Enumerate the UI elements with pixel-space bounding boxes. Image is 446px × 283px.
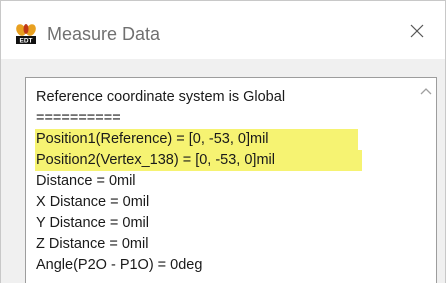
window-title: Measure Data (47, 24, 161, 44)
result-line-highlighted: Position2(Vertex_138) = [0, -53, 0]mil (35, 150, 362, 171)
svg-text:EDT: EDT (20, 38, 33, 45)
result-line: ========== (36, 110, 121, 126)
result-line: Z Distance = 0mil (36, 236, 149, 252)
title-bar[interactable]: EDT Measure Data (1, 1, 445, 59)
result-line: Distance = 0mil (36, 173, 136, 189)
result-line: X Distance = 0mil (36, 194, 150, 210)
measure-data-window: EDT Measure Data Reference coordinate sy… (0, 0, 446, 283)
chevron-up-icon[interactable] (419, 84, 433, 98)
result-line: Reference coordinate system is Global (36, 89, 286, 105)
close-button[interactable] (397, 15, 437, 51)
close-icon (409, 23, 425, 44)
result-line: Y Distance = 0mil (36, 215, 149, 231)
edt-app-icon: EDT (15, 23, 37, 45)
vertical-scrollbar[interactable] (416, 78, 436, 283)
result-line: Angle(P2O - P1O) = 0deg (36, 257, 203, 273)
result-line-highlighted: Position1(Reference) = [0, -53, 0]mil (35, 129, 358, 150)
measure-results-list[interactable]: Reference coordinate system is Global ==… (25, 77, 437, 283)
results-lines: Reference coordinate system is Global ==… (35, 87, 385, 276)
